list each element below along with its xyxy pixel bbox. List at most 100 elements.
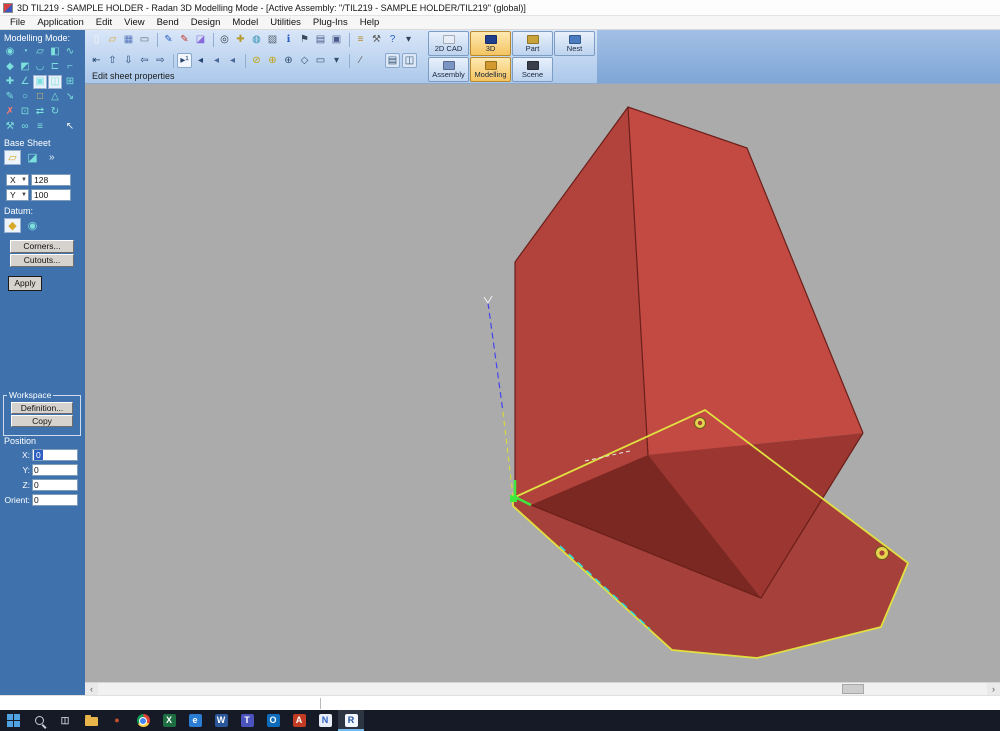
workspace-definition-button[interactable]: Definition... <box>11 402 73 414</box>
wrench-icon[interactable]: ⚒ <box>369 32 384 47</box>
position-x-input[interactable]: 0 <box>32 449 78 461</box>
scroll-left-button[interactable]: ‹ <box>85 683 98 695</box>
workspace-copy-button[interactable]: Copy <box>11 415 73 427</box>
cutouts-button[interactable]: Cutouts... <box>10 254 74 267</box>
taskbar-outlook-button[interactable]: O <box>260 710 286 731</box>
table-icon[interactable]: ▤ <box>313 32 328 47</box>
menu-design[interactable]: Design <box>185 17 227 28</box>
snap-grid-icon[interactable]: ⊞ <box>63 75 77 89</box>
deselect-all-icon[interactable]: ⊘ <box>249 53 264 68</box>
select-region-icon[interactable]: ◂ <box>225 53 240 68</box>
sheet-x-input[interactable]: 128 <box>31 174 71 186</box>
menu-plug-ins[interactable]: Plug-Ins <box>307 17 354 28</box>
save-icon[interactable]: ▦ <box>121 32 136 47</box>
modelling-mode-button[interactable]: Modelling <box>470 57 511 82</box>
menu-application[interactable]: Application <box>31 17 89 28</box>
scroll-thumb[interactable] <box>842 684 864 694</box>
select-item-icon[interactable]: ◂ <box>193 53 208 68</box>
taskbar-radan-button[interactable]: R <box>338 710 364 731</box>
punch-icon[interactable]: ✚ <box>3 75 17 89</box>
sheet-y-input[interactable]: 100 <box>31 189 71 201</box>
go-up-icon[interactable]: ⇧ <box>105 53 120 68</box>
taskbar-start-button[interactable] <box>0 710 26 731</box>
view-icon[interactable]: ◉ <box>3 45 17 59</box>
x-axis-combo[interactable]: X▼ <box>6 174 29 186</box>
flange-icon[interactable]: ⊏ <box>48 60 62 74</box>
dimension-icon[interactable]: ↘ <box>63 90 77 104</box>
select-chain-icon[interactable]: ◂ <box>209 53 224 68</box>
zoom-icon[interactable]: ◎ <box>217 32 232 47</box>
part-mode-button[interactable]: Part <box>512 31 553 56</box>
view-list-icon[interactable]: ▤ <box>385 53 400 68</box>
delete-icon[interactable]: ✗ <box>3 105 17 119</box>
menu-model[interactable]: Model <box>226 17 264 28</box>
sketch-icon[interactable]: ∿ <box>63 45 77 59</box>
draw-rect-icon[interactable]: □ <box>33 90 47 104</box>
taskbar-task-view-button[interactable]: ◫ <box>52 710 78 731</box>
shade-cube-icon[interactable]: ▧ <box>265 32 280 47</box>
eraser-icon[interactable]: ◪ <box>193 32 208 47</box>
select-all-icon[interactable]: ⊕ <box>265 53 280 68</box>
select-single-icon[interactable]: ▸¹ <box>177 53 192 68</box>
go-back-icon[interactable]: ⇦ <box>137 53 152 68</box>
translate-icon[interactable]: ⇄ <box>33 105 47 119</box>
pen-red-icon[interactable]: ✎ <box>177 32 192 47</box>
orbit-icon[interactable]: ◔ <box>18 45 32 59</box>
position-z-input[interactable]: 0 <box>32 479 78 491</box>
join-icon[interactable]: ◫ <box>48 75 62 89</box>
measure-line-icon[interactable]: ∕ <box>353 53 368 68</box>
go-forward-icon[interactable]: ⇨ <box>153 53 168 68</box>
expand-arrow-icon[interactable]: » <box>49 152 55 163</box>
taskbar-edge-button[interactable]: e <box>182 710 208 731</box>
model-canvas[interactable] <box>85 84 1000 682</box>
sheet-bounds-icon[interactable]: ▭ <box>313 53 328 68</box>
taskbar-teams-button[interactable]: T <box>234 710 260 731</box>
pointer-icon[interactable]: ↖ <box>63 120 77 134</box>
sheet-size-icon[interactable]: ◪ <box>24 150 41 165</box>
corner-handle[interactable] <box>510 495 517 502</box>
flag-icon[interactable]: ⚑ <box>297 32 312 47</box>
hole-feature-1[interactable] <box>695 418 706 429</box>
stack-icon[interactable]: ≡ <box>353 32 368 47</box>
model-back-panel-right[interactable] <box>628 107 863 455</box>
2d-cad-mode-button[interactable]: 2D CAD <box>428 31 469 56</box>
new-document-icon[interactable]: ▯ <box>89 32 104 47</box>
extrude-icon[interactable]: ◩ <box>18 60 32 74</box>
hole-feature-2[interactable] <box>876 547 889 560</box>
snap-target-icon[interactable]: ⊕ <box>281 53 296 68</box>
go-down-icon[interactable]: ⇩ <box>121 53 136 68</box>
bend-icon[interactable]: ◡ <box>33 60 47 74</box>
taskbar-file-explorer-button[interactable] <box>78 710 104 731</box>
menu-file[interactable]: File <box>4 17 31 28</box>
3d-viewport[interactable] <box>85 84 1000 682</box>
snap-diamond-icon[interactable]: ◇ <box>297 53 312 68</box>
split-icon[interactable]: ▣ <box>33 75 47 89</box>
position-orient-input[interactable]: 0 <box>32 494 78 506</box>
tool-dropdown-icon[interactable]: ▾ <box>329 53 344 68</box>
sheet-icon[interactable]: ▱ <box>33 45 47 59</box>
menu-help[interactable]: Help <box>354 17 386 28</box>
help-icon[interactable]: ? <box>385 32 400 47</box>
angle-icon[interactable]: ∠ <box>18 75 32 89</box>
help-dropdown-icon[interactable]: ▾ <box>401 32 416 47</box>
datum-position-icon[interactable]: ◆ <box>4 218 21 233</box>
rotate-icon[interactable]: ↻ <box>48 105 62 119</box>
duplicate-icon[interactable]: ⊡ <box>18 105 32 119</box>
globe-icon[interactable]: ◍ <box>249 32 264 47</box>
view-panel-icon[interactable]: ◫ <box>402 53 417 68</box>
layers-icon[interactable]: ≡ <box>33 120 47 134</box>
taskbar-excel-button[interactable]: X <box>156 710 182 731</box>
go-first-icon[interactable]: ⇤ <box>89 53 104 68</box>
draw-circle-icon[interactable]: ○ <box>18 90 32 104</box>
menu-view[interactable]: View <box>118 17 150 28</box>
tools-icon[interactable]: ⚒ <box>3 120 17 134</box>
monitor-icon[interactable]: ▣ <box>329 32 344 47</box>
base-sheet-icon[interactable]: ▱ <box>4 150 21 165</box>
taskbar-word-button[interactable]: W <box>208 710 234 731</box>
print-icon[interactable]: ▭ <box>137 32 152 47</box>
scene-mode-button[interactable]: Scene <box>512 57 553 82</box>
solid-icon[interactable]: ◆ <box>3 60 17 74</box>
scroll-right-button[interactable]: › <box>987 683 1000 695</box>
3d-mode-button[interactable]: 3D <box>470 31 511 56</box>
menu-utilities[interactable]: Utilities <box>264 17 307 28</box>
